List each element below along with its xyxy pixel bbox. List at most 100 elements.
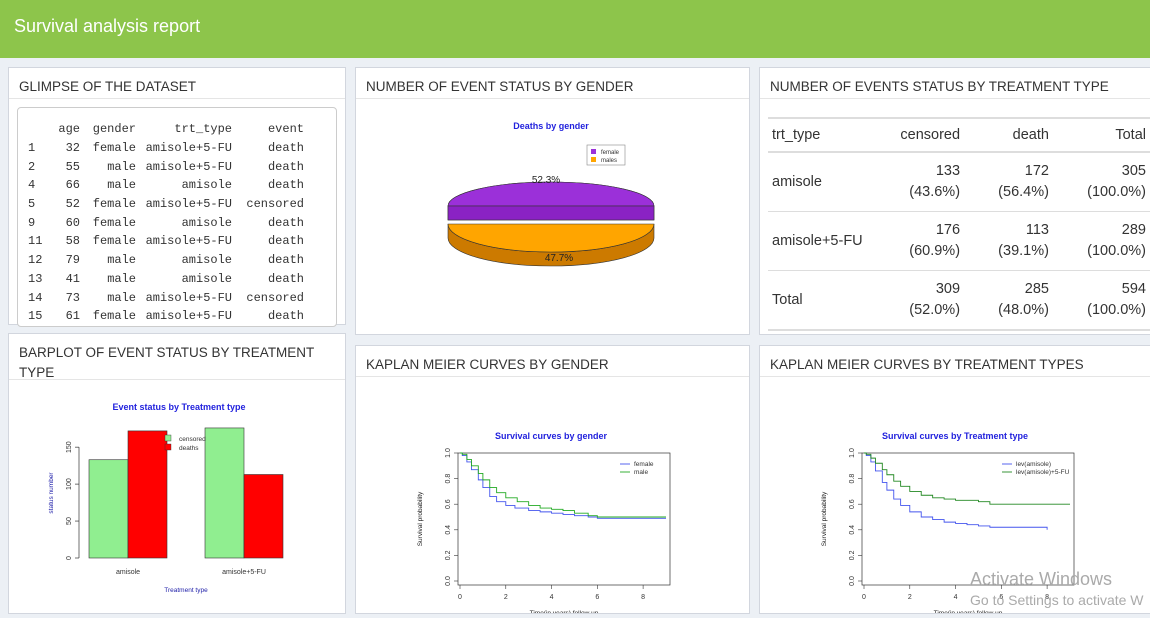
dataset-cell: 52 (65, 197, 80, 212)
dataset-cell: 55 (65, 159, 80, 174)
km-treatment-box-title: KAPLAN MEIER CURVES BY TREATMENT TYPES (760, 346, 1150, 377)
dataset-row: 9 60 female amisole death (28, 213, 304, 232)
y-tick-label: 0.8 (445, 474, 452, 484)
dataset-row: 15 61 female amisole+5-FU death (28, 307, 304, 326)
dataset-cell: 5 (28, 197, 36, 212)
glimpse-box: GLIMPSE OF THE DATASET age gender trt_ty… (8, 67, 346, 327)
dataset-cell: death (267, 159, 304, 174)
y-axis-label: Survival probability (821, 491, 828, 546)
y-tick-label: 0.0 (445, 576, 452, 586)
x-tick-label: amisole+5-FU (222, 569, 266, 576)
y-tick-label: 1.0 (445, 448, 452, 458)
dataset-cell: death (267, 215, 304, 230)
dataset-cell: 79 (65, 253, 80, 268)
dataset-row: 1 32 female amisole+5-FU death (28, 139, 304, 158)
glimpse-title: GLIMPSE OF THE DATASET (9, 68, 345, 99)
y-tick-label: 0.6 (849, 499, 856, 509)
dataset-cell: 9 (28, 215, 36, 230)
dataset-cell: death (267, 309, 304, 324)
table-header-row: trt_type censored death Total (768, 117, 1150, 153)
legend-swatch (164, 434, 172, 442)
km-legend: lev(amisole)lev(amisole)+5-FU (1002, 461, 1070, 476)
dataset-cell: female (92, 197, 136, 212)
x-tick-label: 8 (641, 594, 645, 601)
pie-legend: female males (586, 144, 626, 166)
x-tick-label: 4 (550, 594, 554, 601)
app-header: Survival analysis report (0, 0, 1150, 58)
dataset-cell: female (92, 234, 136, 249)
dataset-cell: 61 (65, 309, 80, 324)
dataset-cell: male (107, 271, 136, 286)
legend-swatch (591, 149, 596, 154)
table-row: amisole+5-FU 176 (60.9%) 113 (39.1%) 289 (100.… (768, 211, 1150, 271)
x-tick-label: 0 (458, 594, 462, 601)
dataset-cell: amisole (181, 253, 232, 268)
dataset-cell: amisole+5-FU (145, 234, 232, 249)
barplot-legend: censored deaths (164, 434, 206, 452)
legend-label: males (601, 158, 617, 164)
bar-censored (88, 459, 129, 559)
watermark-line-1: Activate Windows (970, 569, 1113, 589)
dataset-cell: death (267, 253, 304, 268)
table-cell-value: (56.4%) (998, 184, 1049, 200)
dataset-cell: male (107, 290, 136, 305)
legend-label: lev(amisole)+5-FU (1016, 469, 1070, 476)
dataset-cell: 15 (28, 309, 43, 324)
dataset-cell: amisole+5-FU (145, 159, 232, 174)
y-tick-label: 0.4 (445, 525, 452, 535)
dataset-cell: death (267, 141, 304, 156)
dataset-cell: 4 (28, 178, 36, 193)
windows-activation-watermark: Activate Windows Go to Settings to activ… (970, 569, 1144, 608)
km-gender-chart: Survival curves by gender 0.0 0.2 0.4 0.6 0.8… (417, 431, 671, 617)
dataset-cell: 1 (28, 141, 36, 156)
legend-swatch (591, 157, 596, 162)
barplot-box: BARPLOT OF EVENT STATUS BY TREATMENT TYP… (8, 333, 346, 614)
event-status-table: trt_type censored death Total amisole 133… (768, 117, 1150, 331)
table-cell-value: amisole (772, 173, 822, 190)
dataset-row: 14 73 male amisole+5-FU censored (28, 288, 304, 307)
dataset-cell: 11 (28, 234, 43, 249)
dataset-preview[interactable]: age gender trt_type event 1 32 female amiso… (17, 107, 337, 327)
x-tick-label: 2 (504, 594, 508, 601)
y-tick-label: 1.0 (849, 448, 856, 458)
barplot-chart: Event status by Treatment type 0 50 100 150 s… (48, 402, 284, 594)
barplot-title: Event status by Treatment type (112, 402, 245, 412)
y-axis-label: status number (48, 472, 55, 514)
dataset-cell: amisole (181, 178, 232, 193)
table-cell: 172 (56.4%) (964, 152, 1053, 212)
table-cell-value: (60.9%) (909, 243, 961, 259)
table-cell-value: (100.0%) (1087, 243, 1146, 259)
pie-slice-female-edge (447, 205, 655, 221)
bar-deaths (127, 430, 168, 559)
y-tick-label: 0.2 (849, 550, 856, 560)
dataset-cell: 60 (65, 215, 80, 230)
dataset-row: 13 41 male amisole death (28, 270, 304, 289)
y-tick-label: 0 (66, 556, 73, 560)
dataset-cell: amisole (181, 271, 232, 286)
table-cell-value: 133 (935, 163, 961, 179)
table-cell-value: (39.1%) (998, 243, 1049, 259)
table-cell-value: 285 (1024, 281, 1049, 297)
km-legend: femalemale (620, 461, 654, 476)
dataset-cell: amisole+5-FU (145, 309, 232, 324)
legend-label: censored (179, 436, 206, 443)
dataset-cell: amisole+5-FU (145, 141, 232, 156)
barplot-box-title: BARPLOT OF EVENT STATUS BY TREATMENT TYP… (9, 334, 345, 380)
dataset-cell: male (107, 253, 136, 268)
table-row: amisole 133 (43.6%) 172 (56.4%) 305 (100.0%) (768, 152, 1150, 212)
dataset-table: age gender trt_type event 1 32 female amiso… (28, 120, 304, 326)
dataset-cell: amisole+5-FU (145, 290, 232, 305)
pie-box: NUMBER OF EVENT STATUS BY GENDER Deaths … (355, 67, 750, 335)
table-header-cell: trt_type (768, 117, 874, 153)
table-cell: amisole (768, 152, 874, 212)
dataset-cell: 41 (65, 271, 80, 286)
dataset-cell: death (267, 178, 304, 193)
table-cell-value: 172 (1024, 163, 1049, 179)
x-tick-label: 2 (908, 594, 912, 601)
table-cell: 309 (52.0%) (873, 270, 965, 331)
dataset-cell: female (92, 309, 136, 324)
pie-value-label: 47.7% (545, 253, 573, 264)
table-cell-value: Total (772, 291, 803, 308)
dataset-cell: male (107, 159, 136, 174)
dataset-cell: amisole (181, 215, 232, 230)
